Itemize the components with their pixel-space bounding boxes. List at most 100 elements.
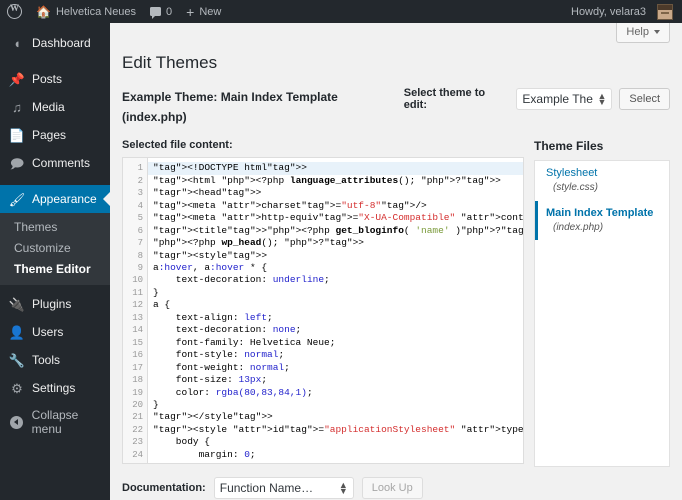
sidebar-subitem-themes[interactable]: Themes — [0, 217, 110, 238]
file-heading-row: Example Theme: Main Index Template (inde… — [122, 87, 670, 127]
selected-file-label: Selected file content: — [122, 139, 233, 152]
comments-bubble[interactable]: 0 — [143, 0, 179, 23]
file-heading: Example Theme: Main Index Template (inde… — [122, 90, 338, 125]
sidebar-item-label: Users — [32, 325, 64, 339]
avatar — [657, 3, 673, 20]
sidebar-item-pages[interactable]: 📄 Pages — [0, 121, 110, 149]
theme-file-name: Main Index Template — [546, 206, 654, 219]
page-title: Edit Themes — [122, 53, 218, 72]
sidebar-item-plugins[interactable]: 🔌 Plugins — [0, 290, 110, 318]
editor-column: Selected file content: 1 2 3 4 5 6 7 8 9 10 11 12 13… — [122, 139, 524, 500]
sidebar-item-posts[interactable]: 📌 Posts — [0, 65, 110, 93]
line-number: 11 — [132, 287, 143, 298]
code-line: a:hover, a:hover * { — [153, 262, 268, 274]
line-number: 6 — [137, 225, 143, 236]
theme-file-path: (index.php) — [553, 221, 604, 233]
sidebar-item-tools[interactable]: 🔧 Tools — [0, 346, 110, 374]
line-number: 4 — [137, 200, 143, 211]
account-menu[interactable]: Howdy, velara3 — [564, 0, 682, 23]
new-label: New — [199, 5, 222, 18]
theme-files-column: Theme Files Stylesheet (style.css) Main In… — [534, 139, 670, 468]
code-line: text-decoration: underline; — [153, 274, 330, 286]
select-theme-button[interactable]: Select — [619, 88, 670, 111]
theme-file-path: (style.css) — [553, 182, 598, 194]
appearance-submenu: Themes Customize Theme Editor — [0, 213, 110, 285]
admin-bar: 🏠 Helvetica Neues 0 + New Howdy, velara3 — [0, 0, 682, 23]
line-number: 2 — [137, 175, 143, 186]
line-number: 7 — [137, 238, 143, 249]
new-content-menu[interactable]: + New — [179, 0, 228, 23]
wordpress-logo-icon — [7, 3, 22, 19]
sidebar-item-dashboard[interactable]: ◖ Dashboard — [0, 29, 110, 57]
code-line: color: rgba(80,83,84,1); — [153, 386, 313, 398]
sidebar-item-appearance[interactable]: 🖌 Appearance — [0, 185, 110, 213]
code-line: font-family: Helvetica Neue; — [153, 336, 336, 348]
line-number: 10 — [132, 275, 143, 286]
content-area: Help Edit Themes Example Theme: Main Ind… — [110, 23, 682, 500]
code-line: text-decoration: none; — [153, 324, 302, 336]
documentation-select[interactable]: Function Name… — [213, 477, 354, 500]
code-content[interactable]: "tag"><!DOCTYPE html"tag">> "tag"><html "… — [148, 158, 523, 463]
sidebar-item-label: Posts — [32, 72, 63, 86]
collapse-arrow-icon — [9, 415, 25, 429]
page-wrap: Help Edit Themes Example Theme: Main Ind… — [110, 23, 682, 500]
sidebar-item-label: Appearance — [32, 192, 97, 206]
editor-row: Selected file content: 1 2 3 4 5 6 7 8 9 10 11 12 13… — [122, 139, 670, 500]
dashboard-icon: ◖ — [13, 35, 21, 51]
line-number: 19 — [132, 387, 143, 398]
code-line: body { — [153, 436, 211, 448]
line-number: 8 — [137, 250, 143, 261]
code-line: "tag"><!DOCTYPE html"tag">> — [148, 162, 523, 175]
comment-bubble-icon — [150, 7, 162, 19]
line-number: 13 — [132, 312, 143, 323]
line-number: 24 — [132, 449, 143, 460]
sidebar-subitem-theme-editor[interactable]: Theme Editor — [0, 259, 110, 280]
sidebar-item-settings[interactable]: ⚙ Settings — [0, 374, 110, 402]
site-name-label: Helvetica Neues — [55, 5, 137, 18]
sidebar-subitem-customize[interactable]: Customize — [0, 238, 110, 259]
sidebar-item-label: Plugins — [32, 297, 72, 311]
theme-file-item[interactable]: Main Index Template (index.php) — [535, 200, 669, 241]
site-name-menu[interactable]: 🏠 Helvetica Neues — [29, 0, 143, 23]
code-line: margin: 0; — [153, 448, 256, 460]
line-number: 21 — [132, 412, 143, 423]
sidebar-item-users[interactable]: 👤 Users — [0, 318, 110, 346]
code-line: "tag"><html "php"><?php language_attribu… — [153, 174, 501, 186]
line-number: 14 — [132, 325, 143, 336]
line-number: 20 — [132, 400, 143, 410]
media-icon: ♫ — [12, 99, 22, 115]
tools-wrench-icon: 🔧 — [8, 352, 26, 368]
sidebar-item-label: Dashboard — [32, 36, 91, 50]
code-line: "php"><?php wp_head(); "php">?"tag">> — [153, 237, 365, 249]
code-line: font-size: 13px; — [153, 374, 268, 386]
sidebar-item-media[interactable]: ♫ Media — [0, 93, 110, 121]
menu-separator — [0, 57, 110, 65]
help-tab-button[interactable]: Help — [616, 23, 670, 43]
appearance-brush-icon: 🖌 — [8, 191, 26, 207]
comments-icon: 🗩 — [9, 155, 25, 171]
line-number: 5 — [137, 213, 143, 224]
code-editor[interactable]: 1 2 3 4 5 6 7 8 9 10 11 12 13 14 15 16 17 18 19 20 21 22 23 24 … — [122, 157, 524, 465]
line-number: 3 — [137, 188, 143, 199]
pages-icon: 📄 — [8, 127, 26, 143]
look-up-button[interactable]: Look Up — [361, 477, 423, 500]
sidebar-item-comments[interactable]: 🗩 Comments — [0, 149, 110, 177]
theme-select-label: Select theme to edit: — [403, 87, 486, 112]
collapse-menu-button[interactable]: Collapse menu — [0, 408, 110, 436]
code-line: "tag"><meta "attr">charset"tag">="utf-8"… — [153, 199, 427, 211]
wordpress-logo-menu[interactable] — [0, 0, 29, 23]
code-line: "tagr"><title"tag">>"php"><?php get_blog… — [153, 224, 523, 236]
theme-select[interactable]: Example Theme — [516, 88, 613, 111]
sidebar-item-label: Media — [32, 100, 65, 114]
line-number-gutter: 1 2 3 4 5 6 7 8 9 10 11 12 13 14 15 16 17 18 19 20 21 22 23 24 — [123, 158, 148, 464]
code-line: "tagr"></style"tag">> — [153, 411, 273, 423]
howdy-label: Howdy, velara3 — [571, 5, 646, 18]
sidebar-item-label: Settings — [32, 381, 76, 395]
theme-file-item[interactable]: Stylesheet (style.css) — [535, 161, 669, 200]
documentation-row: Documentation: Function Name… ▲ ▼ Look Up — [122, 477, 524, 500]
line-number: 12 — [132, 300, 143, 311]
admin-sidebar: ◖ Dashboard 📌 Posts ♫ Media 📄 Pages 🗩 Co… — [0, 23, 110, 500]
home-icon: 🏠 — [36, 4, 51, 19]
collapse-menu-label: Collapse menu — [31, 408, 79, 436]
code-line: text-align: left; — [153, 311, 273, 323]
